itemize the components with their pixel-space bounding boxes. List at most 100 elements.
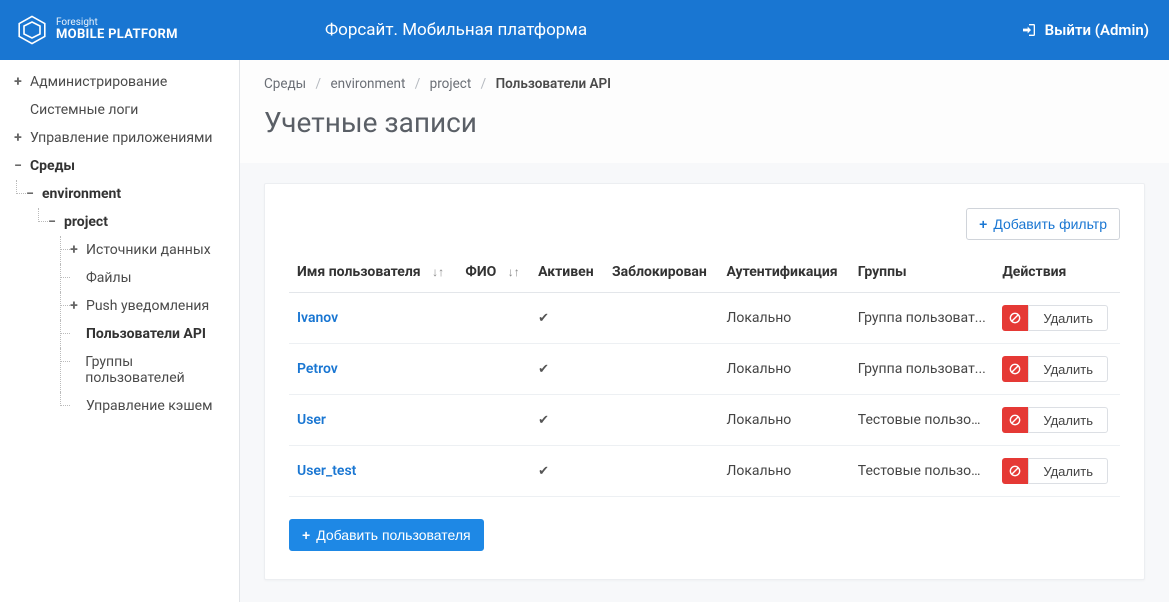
brand-logo-icon — [16, 14, 48, 46]
table-row: Ivanov ✔ ЛокальноГруппа пользоват... Удалит… — [289, 293, 1120, 344]
sidebar-label-api-users: Пользователи API — [86, 326, 206, 342]
col-active[interactable]: Активен — [530, 252, 604, 293]
plus-icon: + — [302, 527, 310, 543]
breadcrumb-item[interactable]: environment — [330, 76, 405, 92]
cell-blocked — [604, 395, 719, 446]
col-auth[interactable]: Аутентификация — [718, 252, 849, 293]
forbidden-icon — [1002, 458, 1028, 484]
cell-fio — [457, 293, 530, 344]
cell-auth: Локально — [718, 446, 849, 497]
cell-active: ✔ — [530, 293, 604, 344]
plus-icon: + — [10, 130, 26, 146]
table-row: User_test ✔ ЛокальноТестовые пользов... Уда… — [289, 446, 1120, 497]
plus-icon: + — [979, 216, 987, 232]
cell-auth: Локально — [718, 395, 849, 446]
brand-sup: Foresight — [56, 17, 178, 28]
col-actions: Действия — [994, 252, 1120, 293]
logout-button[interactable]: Выйти (Admin) — [1021, 21, 1149, 39]
user-link[interactable]: User_test — [297, 463, 356, 479]
table-row: Petrov ✔ ЛокальноГруппа пользоват... Удалит… — [289, 344, 1120, 395]
cell-fio — [457, 395, 530, 446]
plus-icon: + — [10, 74, 26, 90]
cell-active: ✔ — [530, 395, 604, 446]
cell-groups: Тестовые пользов... — [850, 395, 995, 446]
check-icon: ✔ — [538, 362, 549, 377]
breadcrumb-item[interactable]: project — [430, 76, 472, 92]
cell-blocked — [604, 446, 719, 497]
cell-fio — [457, 344, 530, 395]
add-filter-label: Добавить фильтр — [993, 216, 1107, 232]
sidebar-item-syslogs[interactable]: Системные логи — [0, 96, 239, 124]
col-blocked[interactable]: Заблокирован — [604, 252, 719, 293]
check-icon: ✔ — [538, 413, 549, 428]
sidebar: + Администрирование Системные логи + Упр… — [0, 60, 240, 602]
cell-auth: Локально — [718, 344, 849, 395]
forbidden-icon — [1002, 356, 1028, 382]
brand-main: MOBILE PLATFORM — [56, 28, 178, 42]
add-user-label: Добавить пользователя — [316, 527, 470, 543]
sidebar-label-project: project — [64, 214, 108, 230]
sidebar-item-user-groups[interactable]: Группы пользователей — [0, 348, 239, 392]
sidebar-item-apps[interactable]: + Управление приложениями — [0, 124, 239, 152]
sidebar-item-api-users[interactable]: Пользователи API — [0, 320, 239, 348]
sidebar-label-admin: Администрирование — [30, 74, 167, 90]
col-groups[interactable]: Группы — [850, 252, 995, 293]
breadcrumb-item[interactable]: Среды — [264, 76, 306, 92]
delete-button[interactable]: Удалить — [1028, 305, 1108, 331]
forbidden-icon — [1002, 407, 1028, 433]
sidebar-label-push: Push уведомления — [86, 298, 209, 314]
sidebar-label-environment: environment — [42, 186, 121, 202]
sidebar-label-user-groups: Группы пользователей — [85, 354, 229, 386]
breadcrumb-current: Пользователи API — [496, 76, 612, 92]
logout-icon — [1021, 22, 1037, 38]
user-link[interactable]: User — [297, 412, 326, 428]
check-icon: ✔ — [538, 464, 549, 479]
brand: Foresight MOBILE PLATFORM — [0, 14, 240, 46]
sidebar-label-files: Файлы — [86, 270, 131, 286]
minus-icon: − — [10, 158, 26, 174]
users-panel: + Добавить фильтр Имя пользователя ↓↑ ФИ… — [264, 183, 1145, 580]
forbidden-icon — [1002, 305, 1028, 331]
sidebar-label-env-root: Среды — [30, 158, 75, 174]
sidebar-item-project[interactable]: − project — [0, 208, 239, 236]
sidebar-item-cache[interactable]: Управление кэшем — [0, 392, 239, 420]
logout-label: Выйти (Admin) — [1045, 21, 1149, 39]
app-title: Форсайт. Мобильная платформа — [325, 20, 587, 40]
cell-blocked — [604, 344, 719, 395]
col-fio[interactable]: ФИО ↓↑ — [457, 252, 530, 293]
delete-button[interactable]: Удалить — [1028, 356, 1108, 382]
cell-active: ✔ — [530, 446, 604, 497]
sidebar-item-push[interactable]: + Push уведомления — [0, 292, 239, 320]
sidebar-item-datasources[interactable]: + Источники данных — [0, 236, 239, 264]
content-area: Среды / environment / project / Пользова… — [240, 60, 1169, 602]
col-username[interactable]: Имя пользователя ↓↑ — [289, 252, 457, 293]
users-table: Имя пользователя ↓↑ ФИО ↓↑ Активен Забло… — [289, 252, 1120, 497]
sidebar-item-files[interactable]: Файлы — [0, 264, 239, 292]
user-link[interactable]: Petrov — [297, 361, 338, 377]
sidebar-label-cache: Управление кэшем — [86, 398, 212, 414]
cell-groups: Группа пользоват... — [850, 344, 995, 395]
sort-icon: ↓↑ — [432, 265, 444, 279]
delete-button[interactable]: Удалить — [1028, 458, 1108, 484]
cell-fio — [457, 446, 530, 497]
delete-button[interactable]: Удалить — [1028, 407, 1108, 433]
add-filter-button[interactable]: + Добавить фильтр — [966, 208, 1120, 240]
sidebar-item-env-root[interactable]: − Среды — [0, 152, 239, 180]
cell-blocked — [604, 293, 719, 344]
table-row: User ✔ ЛокальноТестовые пользов... Удалить — [289, 395, 1120, 446]
topbar: Foresight MOBILE PLATFORM Форсайт. Мобил… — [0, 0, 1169, 60]
sidebar-label-datasources: Источники данных — [86, 242, 211, 258]
cell-active: ✔ — [530, 344, 604, 395]
sidebar-label-syslogs: Системные логи — [30, 102, 138, 118]
user-link[interactable]: Ivanov — [297, 310, 338, 326]
sidebar-label-apps: Управление приложениями — [30, 130, 213, 146]
sidebar-item-admin[interactable]: + Администрирование — [0, 68, 239, 96]
check-icon: ✔ — [538, 311, 549, 326]
sort-icon: ↓↑ — [508, 265, 520, 279]
add-user-button[interactable]: + Добавить пользователя — [289, 519, 484, 551]
cell-auth: Локально — [718, 293, 849, 344]
cell-groups: Группа пользоват... — [850, 293, 995, 344]
breadcrumb: Среды / environment / project / Пользова… — [240, 60, 1169, 98]
cell-groups: Тестовые пользов... — [850, 446, 995, 497]
sidebar-item-environment[interactable]: − environment — [0, 180, 239, 208]
